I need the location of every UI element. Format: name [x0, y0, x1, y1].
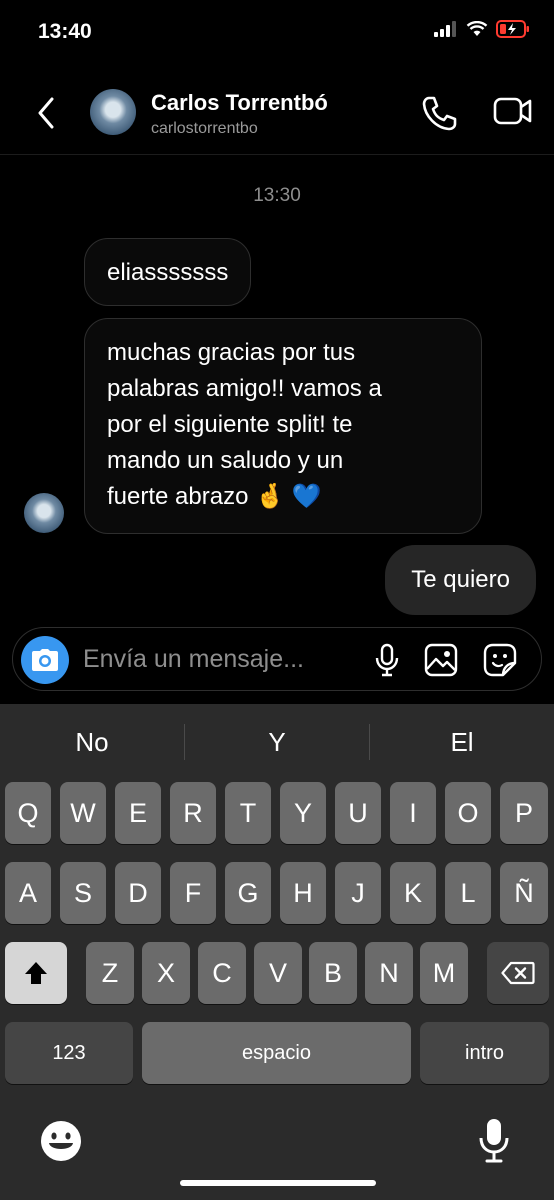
key-p[interactable]: P [500, 782, 548, 844]
video-call-icon[interactable] [493, 94, 533, 128]
message-timestamp: 13:30 [253, 185, 301, 206]
dictation-microphone-icon[interactable] [478, 1118, 510, 1164]
camera-button[interactable] [21, 636, 69, 684]
sticker-icon[interactable] [483, 643, 517, 677]
backspace-key[interactable] [487, 942, 549, 1004]
space-key[interactable]: espacio [142, 1022, 411, 1084]
key-x[interactable]: X [142, 942, 190, 1004]
key-g[interactable]: G [225, 862, 271, 924]
wifi-icon [466, 21, 488, 36]
key-k[interactable]: K [390, 862, 436, 924]
key-t[interactable]: T [225, 782, 271, 844]
shift-arrow-icon [25, 962, 47, 984]
key-l[interactable]: L [445, 862, 491, 924]
key-c[interactable]: C [198, 942, 246, 1004]
key-v[interactable]: V [254, 942, 302, 1004]
key-b[interactable]: B [309, 942, 357, 1004]
status-time: 13:40 [38, 20, 92, 43]
suggestion-3[interactable]: El [370, 704, 554, 780]
numbers-key[interactable]: 123 [5, 1022, 133, 1084]
key-i[interactable]: I [390, 782, 436, 844]
status-icons [434, 20, 530, 38]
key-m[interactable]: M [420, 942, 468, 1004]
backspace-icon [501, 961, 535, 985]
key-f[interactable]: F [170, 862, 216, 924]
keyboard: No Y El Q W E R T Y U I O P A S D F G H … [0, 704, 554, 1200]
incoming-message[interactable]: eliasssssss [84, 238, 252, 306]
gallery-icon[interactable] [424, 643, 458, 677]
key-e[interactable]: E [115, 782, 161, 844]
key-a[interactable]: A [5, 862, 51, 924]
suggestion-2[interactable]: Y [185, 704, 369, 780]
key-u[interactable]: U [335, 782, 381, 844]
key-j[interactable]: J [335, 862, 381, 924]
key-d[interactable]: D [115, 862, 161, 924]
contact-username[interactable]: carlostorrentbo [151, 120, 258, 138]
chat-header: Carlos Torrentbó carlostorrentbo [0, 70, 554, 155]
key-h[interactable]: H [280, 862, 326, 924]
shift-key[interactable] [5, 942, 67, 1004]
key-y[interactable]: Y [280, 782, 326, 844]
key-r[interactable]: R [170, 782, 216, 844]
key-n[interactable]: N [365, 942, 413, 1004]
message-composer [12, 627, 542, 691]
key-w[interactable]: W [60, 782, 106, 844]
outgoing-message[interactable]: Te quiero [385, 545, 536, 615]
contact-name[interactable]: Carlos Torrentbó [151, 90, 328, 116]
microphone-icon[interactable] [373, 643, 401, 677]
key-o[interactable]: O [445, 782, 491, 844]
phone-icon[interactable] [420, 94, 458, 132]
key-z[interactable]: Z [86, 942, 134, 1004]
incoming-message[interactable]: muchas gracias por tus palabras amigo!! … [84, 318, 482, 534]
key-s[interactable]: S [60, 862, 106, 924]
back-arrow-icon[interactable] [36, 96, 56, 130]
contact-avatar[interactable] [90, 89, 136, 135]
sender-avatar[interactable] [24, 493, 64, 533]
signal-icon [434, 21, 456, 37]
emoji-icon[interactable] [40, 1120, 82, 1162]
key-q[interactable]: Q [5, 782, 51, 844]
key-enye[interactable]: Ñ [500, 862, 548, 924]
message-input[interactable] [83, 640, 363, 678]
home-indicator[interactable] [180, 1180, 376, 1186]
return-key[interactable]: intro [420, 1022, 549, 1084]
suggestion-1[interactable]: No [0, 704, 184, 780]
battery-icon [496, 20, 529, 38]
camera-icon [32, 649, 58, 671]
